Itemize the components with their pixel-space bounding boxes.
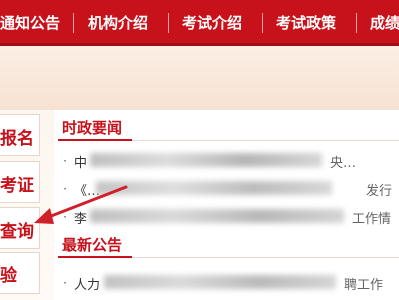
banner-band: [0, 46, 399, 110]
news-item-tail: 发行: [366, 184, 393, 199]
news-item[interactable]: · 中 央…: [62, 150, 399, 171]
news-item[interactable]: · 李 工作情: [62, 206, 399, 227]
notice-item[interactable]: · 人力 聘工作: [62, 272, 399, 293]
nav-item-about[interactable]: 机构介绍: [88, 0, 148, 46]
sidebar-item-label: 验: [0, 266, 17, 286]
nav-divider: [168, 13, 169, 33]
news-item-tail: 央…: [330, 156, 357, 171]
nav-divider: [262, 13, 263, 33]
nav-divider: [73, 13, 74, 33]
section-title-news: 时政要闻: [62, 119, 123, 137]
news-item-tail: 工作情: [352, 212, 392, 227]
news-item[interactable]: · 《… 发行: [62, 178, 399, 199]
sidebar-item-label: 考证: [0, 176, 34, 196]
nav-item-exam-info[interactable]: 考试介绍: [182, 0, 242, 46]
redacted-text: [90, 153, 322, 167]
bullet: ·: [63, 182, 67, 196]
nav-item-notices[interactable]: 通知公告: [0, 0, 60, 46]
sidebar-item-label: 报名: [0, 129, 34, 149]
nav-item-exam-policy[interactable]: 考试政策: [276, 0, 336, 46]
section-underline: [58, 256, 132, 258]
nav-divider: [356, 13, 357, 33]
news-item-text: 中: [74, 156, 88, 171]
bullet: ·: [63, 210, 67, 224]
notice-item-text: 人力: [74, 278, 101, 293]
section-title-notices: 最新公告: [62, 236, 123, 254]
bullet: ·: [63, 276, 67, 290]
section-underline: [58, 139, 132, 141]
redacted-text: [90, 209, 344, 223]
top-nav: 通知公告 机构介绍 考试介绍 考试政策 成绩: [0, 0, 399, 46]
notice-item-tail: 聘工作: [344, 278, 384, 293]
nav-item-scores[interactable]: 成绩: [370, 0, 399, 46]
bullet: ·: [63, 154, 67, 168]
redacted-text: [96, 181, 332, 195]
sidebar-item-label: 查询: [0, 222, 34, 242]
news-item-text: 李: [74, 212, 88, 227]
redacted-text: [104, 275, 336, 289]
